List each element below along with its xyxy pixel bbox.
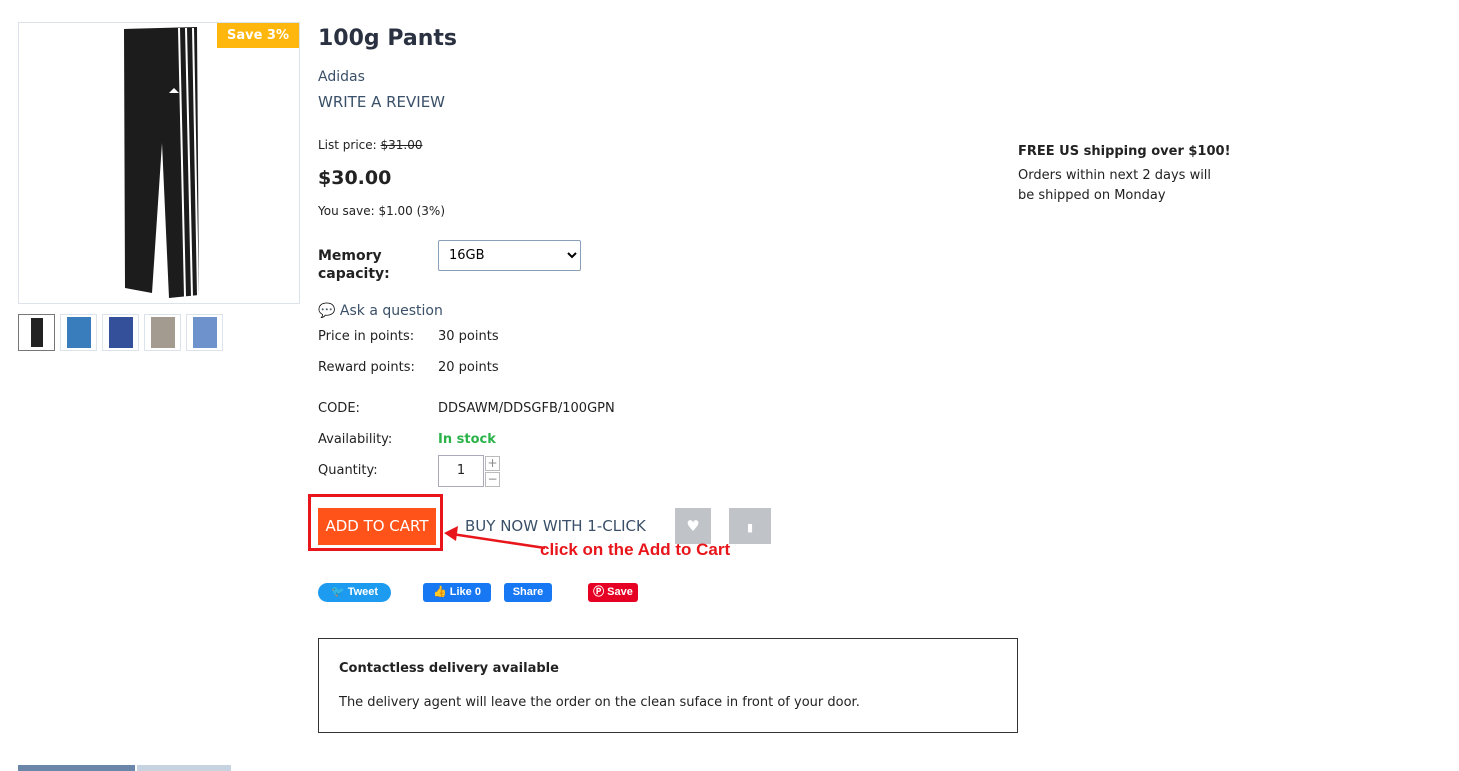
tab-description[interactable] xyxy=(18,765,135,771)
wishlist-button[interactable]: ♥ xyxy=(675,508,711,544)
thumbnail-grey-pants[interactable] xyxy=(144,314,181,351)
detail-value: 30 points xyxy=(438,329,499,344)
facebook-like-button[interactable]: 👍 Like 0 xyxy=(423,583,491,602)
product-title: 100g Pants xyxy=(318,26,457,51)
pants-image xyxy=(124,27,199,298)
delivery-title: Contactless delivery available xyxy=(339,661,559,676)
product-code: DDSAWM/DDSGFB/100GPN xyxy=(438,401,615,416)
save-badge: Save 3% xyxy=(216,23,299,48)
shipping-title: FREE US shipping over $100! xyxy=(1018,144,1231,159)
thumbnail-blue-jeans[interactable] xyxy=(102,314,139,351)
chat-icon: 💬 xyxy=(318,303,336,319)
bar-chart-icon: ▮ xyxy=(746,521,754,534)
increase-quantity-button[interactable]: + xyxy=(485,456,500,471)
detail-label: Price in points: xyxy=(318,329,415,344)
memory-capacity-select[interactable]: 16GB xyxy=(438,240,581,271)
decrease-quantity-button[interactable]: − xyxy=(485,472,500,487)
tweet-button[interactable]: 🐦 Tweet xyxy=(318,583,391,602)
detail-label: CODE: xyxy=(318,401,360,416)
tab-features[interactable] xyxy=(137,765,231,771)
delivery-notice: Contactless delivery available The deliv… xyxy=(318,638,1018,733)
detail-label: Quantity: xyxy=(318,463,378,478)
thumbnail-black-pants[interactable] xyxy=(18,314,55,351)
write-review-link[interactable]: WRITE A REVIEW xyxy=(318,93,445,111)
quantity-input[interactable]: 1 xyxy=(438,455,484,487)
add-to-cart-button[interactable]: ADD TO CART xyxy=(318,508,436,545)
detail-label: Reward points: xyxy=(318,360,415,375)
you-save: You save: $1.00 (3%) xyxy=(318,204,446,218)
pinterest-save-button[interactable]: Ⓟ Save xyxy=(588,583,638,602)
availability-status: In stock xyxy=(438,432,496,447)
list-price: List price: $31.00 xyxy=(318,138,423,152)
ask-question-link[interactable]: 💬 Ask a question xyxy=(318,303,443,319)
price: $30.00 xyxy=(318,167,392,189)
thumbnail-ripped-jeans[interactable] xyxy=(60,314,97,351)
annotation-arrow xyxy=(444,526,546,550)
facebook-share-button[interactable]: Share xyxy=(504,583,552,602)
product-main-image[interactable]: Save 3% xyxy=(18,22,300,304)
brand-link[interactable]: Adidas xyxy=(318,69,365,85)
detail-label: Availability: xyxy=(318,432,393,447)
shipping-text: Orders within next 2 days will be shippe… xyxy=(1018,168,1212,203)
heart-icon: ♥ xyxy=(686,517,700,535)
thumbnail-light-jeans[interactable] xyxy=(186,314,223,351)
compare-button[interactable]: ▮ xyxy=(729,508,771,544)
option-label: Memory capacity: xyxy=(318,248,390,282)
detail-value: 20 points xyxy=(438,360,499,375)
annotation-text: click on the Add to Cart xyxy=(540,540,731,559)
delivery-text: The delivery agent will leave the order … xyxy=(339,695,860,710)
